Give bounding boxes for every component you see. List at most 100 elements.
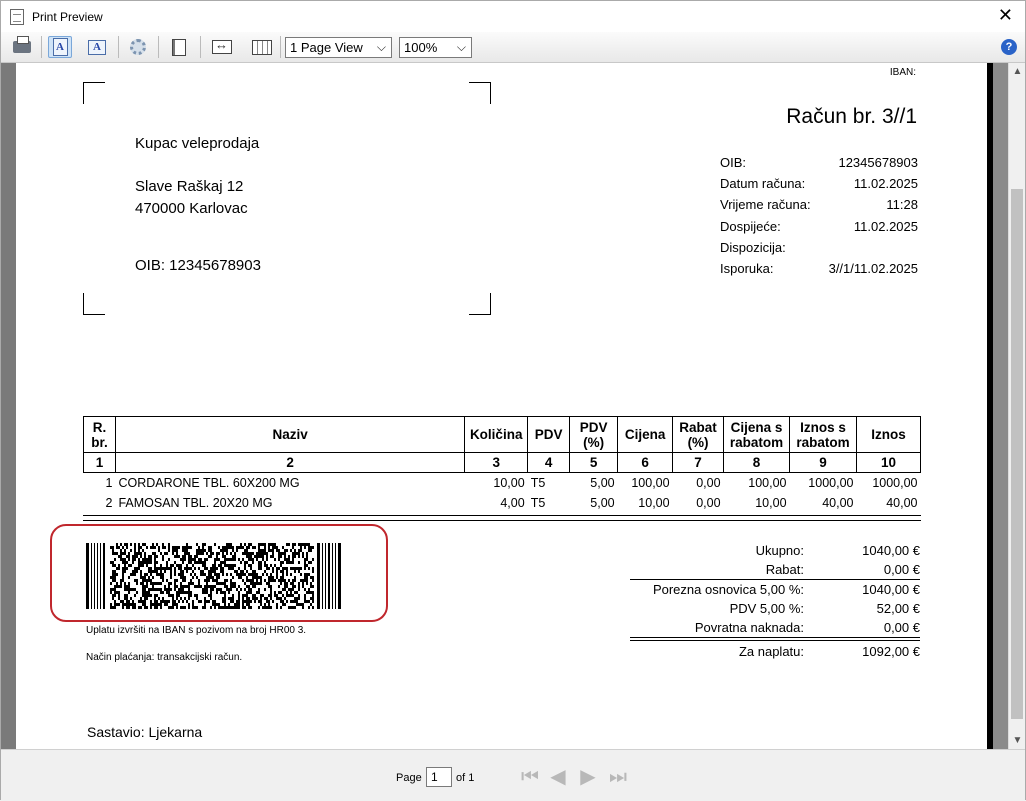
landscape-text-icon: A xyxy=(88,39,106,55)
column-header: Iznos xyxy=(855,416,922,453)
meta-value: 11.02.2025 xyxy=(853,219,918,234)
cell-iznos-rabat: 1000,00 xyxy=(808,475,854,490)
first-page-icon[interactable]: ⏮ xyxy=(519,766,541,788)
last-page-icon[interactable]: ⏭ xyxy=(607,766,629,788)
help-icon[interactable]: ? xyxy=(1001,39,1017,55)
payment-method: Način plaćanja: transakcijski račun. xyxy=(86,652,243,663)
total-value: 1040,00 € xyxy=(862,543,920,558)
meta-label: Dispozicija: xyxy=(720,240,786,255)
multiple-pages-button[interactable] xyxy=(250,36,274,58)
total-label: Porezna osnovica 5,00 %: xyxy=(652,582,804,597)
cell-pdv-pct: 5,00 xyxy=(590,475,615,490)
print-preview-window: Print Preview ✕ A A 1 Page View xyxy=(0,0,1026,801)
toolbar-separator xyxy=(280,36,281,58)
page-width-button[interactable] xyxy=(210,36,234,58)
meta-label: Isporuka: xyxy=(720,261,774,276)
meta-label: Dospijeće: xyxy=(720,219,781,234)
column-number: 9 xyxy=(789,452,857,473)
total-label: PDV 5,00 %: xyxy=(729,601,804,616)
cell-rabat: 0,00 xyxy=(696,475,721,490)
iban-label: IBAN: xyxy=(889,67,916,78)
page-number-input[interactable]: 1 xyxy=(426,767,452,787)
address-frame-corner xyxy=(83,293,105,315)
total-label: Rabat: xyxy=(765,562,804,577)
meta-label: Vrijeme računa: xyxy=(720,197,811,212)
payment-note: Uplatu izvršiti na IBAN s pozivom na bro… xyxy=(86,625,307,636)
cell-cijena-rabat: 100,00 xyxy=(748,475,787,490)
total-value: 0,00 € xyxy=(883,562,920,577)
column-header: Rabat (%) xyxy=(672,416,725,453)
meta-label: OIB: xyxy=(720,155,747,170)
address-frame-corner xyxy=(469,82,491,104)
invoice-title: Račun br. 3//1 xyxy=(786,105,917,128)
page-view-value: 1 Page View xyxy=(290,40,363,55)
cell-pdv: T5 xyxy=(530,495,546,510)
page-width-icon xyxy=(212,37,232,54)
document-icon xyxy=(10,8,24,25)
page-text-icon: A xyxy=(52,38,68,56)
navigation-bar: Page 1 of 1 ⏮ ◀ ▶ ⏭ xyxy=(1,749,1025,801)
table-end-rule xyxy=(83,515,921,516)
cell-pdv-pct: 5,00 xyxy=(590,495,615,510)
cell-rabat: 0,00 xyxy=(696,495,721,510)
customer-oib: OIB: 12345678903 xyxy=(135,257,261,274)
vertical-scrollbar[interactable]: ▲ ▼ xyxy=(1008,63,1025,749)
column-number: 6 xyxy=(617,452,674,473)
grand-total-value: 1092,00 € xyxy=(862,644,920,659)
meta-label: Datum računa: xyxy=(720,176,806,191)
toolbar-separator xyxy=(158,36,159,58)
column-header: Naziv xyxy=(114,416,466,453)
cell-rb: 2 xyxy=(105,495,113,510)
items-table: R. br. Naziv Količina PDV PDV (%) Cijena… xyxy=(83,416,922,513)
invoice-meta-row: Dispozicija: xyxy=(720,240,918,255)
cell-iznos: 40,00 xyxy=(886,495,918,510)
column-number: 1 xyxy=(83,452,116,473)
page-icon xyxy=(172,38,186,56)
column-number: 7 xyxy=(672,452,725,473)
whole-page-button[interactable] xyxy=(167,36,191,58)
cell-kolicina: 10,00 xyxy=(493,475,525,490)
settings-button[interactable] xyxy=(126,36,150,58)
invoice-meta-row: Isporuka: 3//1/11.02.2025 xyxy=(720,261,918,276)
toolbar-separator xyxy=(118,36,119,58)
column-number: 3 xyxy=(464,452,529,473)
customer-street: Slave Raškaj 12 xyxy=(135,178,244,195)
next-page-icon[interactable]: ▶ xyxy=(577,766,599,788)
invoice-meta-row: Vrijeme računa: 11:28 xyxy=(720,197,918,212)
scrollbar-thumb[interactable] xyxy=(1011,189,1023,719)
totals-rule xyxy=(630,637,920,638)
preview-area[interactable]: IBAN: Kupac veleprodaja Slave Raškaj 12 … xyxy=(1,63,1009,749)
column-number: 2 xyxy=(114,452,466,473)
column-number: 5 xyxy=(569,452,619,473)
page-setup-button[interactable]: A xyxy=(85,36,109,58)
column-number: 10 xyxy=(855,452,922,473)
page-view-select[interactable]: 1 Page View ⌵ xyxy=(285,37,392,58)
scroll-up-icon[interactable]: ▲ xyxy=(1009,63,1026,80)
cell-naziv: CORDARONE TBL. 60X200 MG xyxy=(118,475,300,490)
meta-value: 11:28 xyxy=(886,197,918,212)
cell-iznos-rabat: 40,00 xyxy=(822,495,854,510)
column-header: Iznos s rabatom xyxy=(789,416,857,453)
total-value: 0,00 € xyxy=(883,620,920,635)
column-header: R. br. xyxy=(83,416,116,453)
invoice-page: IBAN: Kupac veleprodaja Slave Raškaj 12 … xyxy=(16,63,993,749)
meta-value: 3//1/11.02.2025 xyxy=(828,261,918,276)
cell-rb: 1 xyxy=(105,475,113,490)
print-button[interactable] xyxy=(10,36,34,58)
previous-page-icon[interactable]: ◀ xyxy=(547,766,569,788)
chevron-down-icon: ⌵ xyxy=(376,40,386,54)
column-header: PDV (%) xyxy=(569,416,619,453)
close-button[interactable]: ✕ xyxy=(998,5,1013,25)
zoom-value: 100% xyxy=(404,40,438,55)
scroll-down-icon[interactable]: ▼ xyxy=(1009,732,1026,749)
one-page-button[interactable]: A xyxy=(48,36,72,58)
zoom-select[interactable]: 100% ⌵ xyxy=(399,37,472,58)
table-header-row: R. br. Naziv Količina PDV PDV (%) Cijena… xyxy=(83,416,922,453)
page-count-label: of 1 xyxy=(456,772,475,784)
meta-value: 11.02.2025 xyxy=(853,176,918,191)
total-label: Ukupno: xyxy=(755,543,804,558)
cell-naziv: FAMOSAN TBL. 20X20 MG xyxy=(118,495,273,510)
cell-cijena: 10,00 xyxy=(638,495,670,510)
barcode-highlight xyxy=(50,524,388,622)
invoice-meta-row: Datum računa: 11.02.2025 xyxy=(720,176,918,191)
